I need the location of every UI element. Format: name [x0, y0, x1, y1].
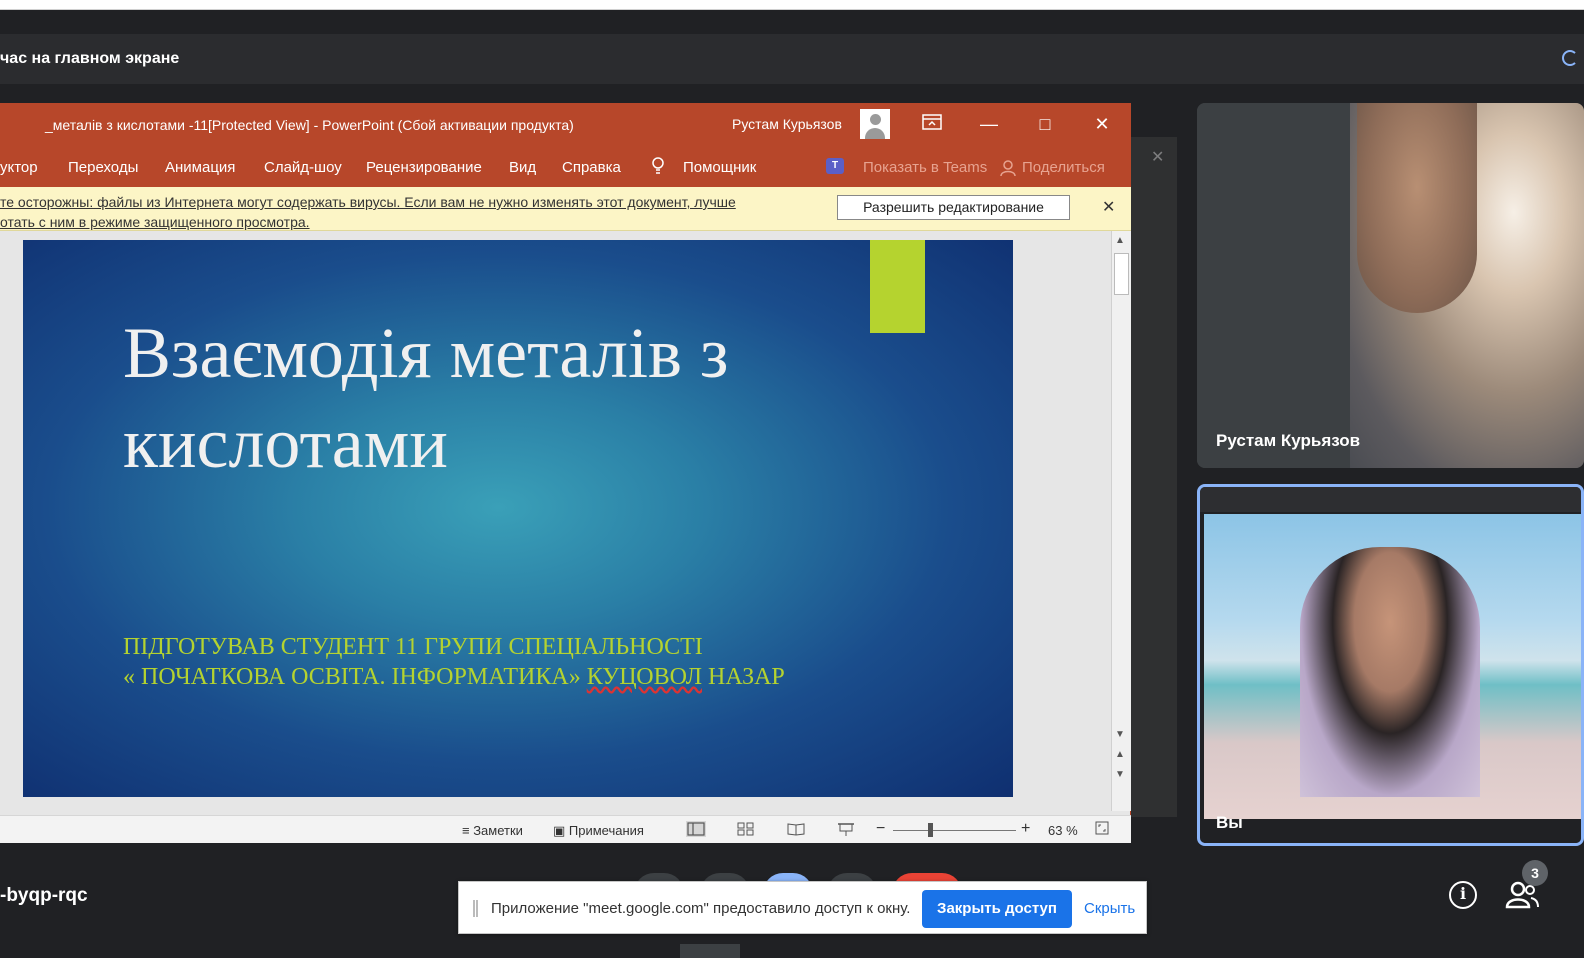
sharing-notification-bar: Приложение "meet.google.com" предоставил…: [458, 881, 1147, 934]
enable-editing-button[interactable]: Разрешить редактирование: [837, 195, 1070, 220]
tab-review[interactable]: Рецензирование: [366, 159, 482, 176]
close-protected-bar-icon[interactable]: ✕: [1102, 197, 1115, 217]
user-avatar-icon[interactable]: [860, 109, 890, 139]
sharing-notice-text: Приложение "meet.google.com" предоставил…: [491, 900, 911, 917]
ppt-title-bar: _металів з кислотами -11[Protected View]…: [0, 103, 1131, 145]
slide-accent-bar: [870, 240, 925, 333]
scroll-down-icon[interactable]: ▼: [1115, 729, 1125, 740]
background-window: ✕: [1131, 137, 1177, 817]
share-person-icon: [1000, 160, 1016, 177]
protected-view-bar: те осторожны: файлы из Интернета могут с…: [0, 187, 1131, 231]
comments-label: Примечания: [568, 823, 644, 838]
stop-sharing-button[interactable]: Закрыть доступ: [922, 890, 1072, 928]
zoom-slider[interactable]: [893, 830, 1016, 831]
tab-view[interactable]: Вид: [509, 159, 536, 176]
reading-view-icon[interactable]: [786, 821, 806, 837]
browser-top-edge: [0, 0, 1584, 10]
info-icon[interactable]: i: [1449, 881, 1477, 909]
slide-sorter-icon[interactable]: [736, 821, 756, 837]
hide-notice-button[interactable]: Скрыть: [1084, 900, 1135, 917]
vertical-scrollbar[interactable]: ▲ ▼ ▲ ▼: [1111, 231, 1131, 811]
slide-editor-area: Взаємодія металів з кислотами ПІДГОТУВАВ…: [0, 231, 1111, 811]
subtitle-part-a: « ПОЧАТКОВА ОСВІТА. ІНФОРМАТИКА»: [123, 664, 581, 690]
meet-header: час на главном экране: [0, 34, 1584, 84]
tab-slideshow[interactable]: Слайд-шоу: [264, 159, 342, 176]
tab-animation[interactable]: Анимация: [165, 159, 235, 176]
tell-me-search[interactable]: Помощник: [683, 159, 756, 176]
participant-tile[interactable]: Рустам Курьязов: [1197, 103, 1584, 468]
self-tile[interactable]: Вы: [1197, 484, 1584, 846]
tile-dark-area: [1197, 103, 1350, 468]
participant-face-area: [1357, 103, 1477, 313]
self-video-person: [1300, 547, 1480, 797]
subtitle-spellcheck-word: КУЦОВОЛ: [586, 664, 702, 690]
meeting-code: -byqp-rqc: [0, 885, 88, 906]
tab-design[interactable]: уктор: [0, 159, 38, 176]
zoom-level[interactable]: 63 %: [1048, 823, 1078, 838]
loading-icon: [1562, 50, 1578, 66]
ppt-user-name[interactable]: Рустам Курьязов: [732, 116, 842, 132]
participant-name: Рустам Курьязов: [1216, 431, 1361, 450]
share-button[interactable]: Поделиться: [1022, 159, 1105, 176]
slide-title-line1: Взаємодія металів з: [123, 313, 729, 393]
presentation-banner-title: час на главном экране: [0, 50, 180, 67]
next-slide-icon[interactable]: ▼: [1115, 769, 1125, 780]
slide-canvas[interactable]: Взаємодія металів з кислотами ПІДГОТУВАВ…: [23, 240, 1013, 797]
self-name: Вы: [1216, 813, 1243, 832]
lightbulb-icon: [652, 157, 664, 174]
close-icon[interactable]: ✕: [1087, 111, 1117, 137]
bottom-edge-strip: [680, 944, 740, 958]
participant-count-badge: 3: [1522, 860, 1548, 886]
slide-subtitle-line1: ПІДГОТУВАВ СТУДЕНТ 11 ГРУПИ СПЕЦІАЛЬНОСТ…: [123, 634, 703, 660]
background-close-icon: ✕: [1151, 149, 1165, 166]
slide-subtitle-line2: « ПОЧАТКОВА ОСВІТА. ІНФОРМАТИКА» КУЦОВОЛ…: [123, 662, 883, 692]
normal-view-icon[interactable]: [686, 821, 706, 837]
self-tile-top-strip: [1200, 487, 1581, 512]
zoom-out-icon[interactable]: −: [876, 820, 885, 838]
ppt-status-bar: ≡ Заметки ▣ Примечания − + 63 %: [0, 815, 1131, 843]
comments-button[interactable]: ▣ Примечания: [553, 823, 644, 839]
ppt-document-title: _металів з кислотами -11[Protected View]…: [45, 117, 574, 133]
notes-label: Заметки: [473, 823, 523, 838]
show-in-teams-button[interactable]: Показать в Teams: [863, 159, 987, 176]
slide-title-line2: кислотами: [123, 403, 448, 483]
slideshow-view-icon[interactable]: [836, 821, 856, 837]
scroll-up-icon[interactable]: ▲: [1115, 235, 1125, 246]
protected-view-message[interactable]: те осторожны: файлы из Интернета могут с…: [0, 192, 800, 232]
drag-handle-icon[interactable]: [473, 900, 478, 917]
subtitle-part-b: НАЗАР: [708, 664, 785, 690]
tab-help[interactable]: Справка: [562, 159, 621, 176]
scrollbar-thumb[interactable]: [1114, 253, 1129, 295]
tab-transitions[interactable]: Переходы: [68, 159, 138, 176]
notes-button[interactable]: ≡ Заметки: [462, 823, 523, 838]
teams-icon: T: [826, 158, 844, 174]
slide-title[interactable]: Взаємодія металів з кислотами: [123, 308, 823, 488]
protected-msg-line1: те осторожны: файлы из Интернета могут с…: [0, 194, 736, 210]
minimize-icon[interactable]: —: [974, 111, 1004, 137]
fit-slide-icon[interactable]: [1095, 821, 1109, 838]
maximize-icon[interactable]: □: [1030, 111, 1060, 137]
zoom-in-icon[interactable]: +: [1021, 820, 1030, 838]
zoom-slider-thumb[interactable]: [928, 823, 933, 837]
self-name-bar: [1204, 819, 1581, 843]
powerpoint-window: _металів з кислотами -11[Protected View]…: [0, 103, 1131, 843]
ribbon-display-icon[interactable]: [917, 111, 947, 137]
prev-slide-icon[interactable]: ▲: [1115, 749, 1125, 760]
protected-msg-line2: отать с ним в режиме защищенного просмот…: [0, 214, 310, 230]
ppt-ribbon-tabs: уктор Переходы Анимация Слайд-шоу Реценз…: [0, 145, 1131, 187]
slide-subtitle[interactable]: ПІДГОТУВАВ СТУДЕНТ 11 ГРУПИ СПЕЦІАЛЬНОСТ…: [123, 632, 883, 692]
